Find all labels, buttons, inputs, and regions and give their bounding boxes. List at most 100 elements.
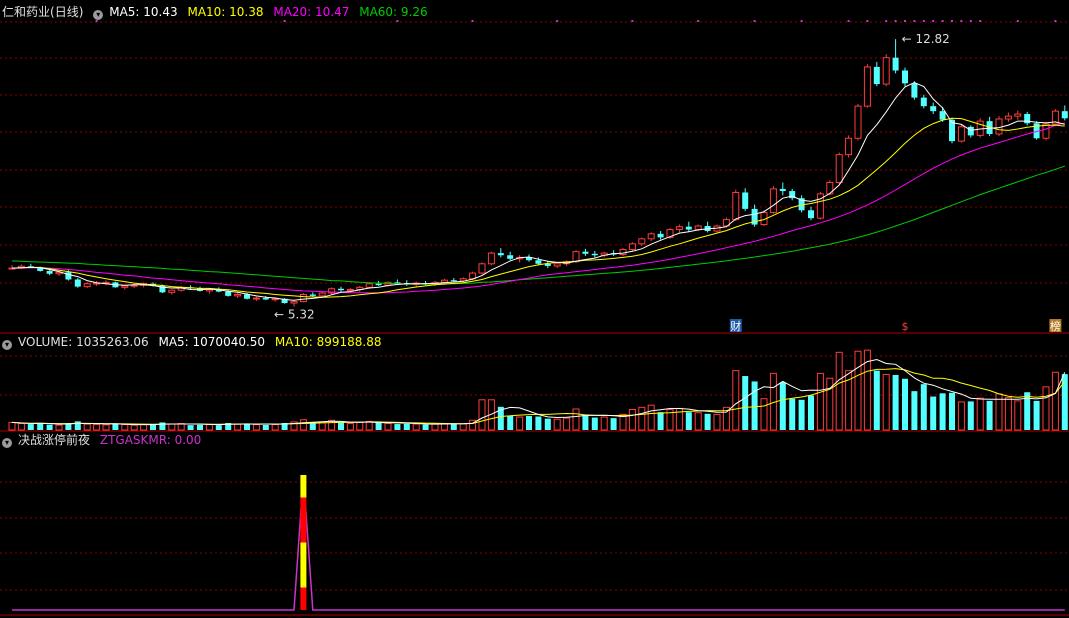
candle-body bbox=[957, 126, 965, 142]
candle-body bbox=[845, 137, 853, 156]
volume-bar bbox=[102, 424, 110, 431]
volume-bar bbox=[544, 418, 551, 430]
candle-body bbox=[83, 283, 91, 288]
volume-bar bbox=[1051, 371, 1059, 431]
volume-bar bbox=[55, 424, 63, 431]
volume-bar bbox=[1061, 374, 1068, 430]
vol-ma5-label: MA5: 1070040.50 bbox=[158, 335, 266, 349]
volume-bar bbox=[338, 422, 344, 430]
volume-bar bbox=[816, 372, 824, 431]
candle-body bbox=[252, 297, 260, 300]
volume-bar bbox=[365, 420, 373, 431]
ma10-label: MA10: 10.38 bbox=[187, 5, 264, 19]
volume-bar bbox=[882, 373, 890, 431]
candle-body bbox=[168, 289, 176, 293]
candle-body bbox=[779, 188, 786, 192]
candle-body bbox=[244, 294, 250, 299]
volume-bar bbox=[93, 424, 101, 431]
volume-bar bbox=[526, 415, 532, 430]
candle-body bbox=[685, 226, 692, 230]
volume-bar bbox=[760, 398, 768, 431]
collapse-icon[interactable]: ▾ bbox=[2, 438, 12, 448]
signal-dot bbox=[753, 20, 756, 22]
volume-bar bbox=[553, 418, 561, 431]
volume-bar bbox=[582, 414, 589, 430]
volume-bar bbox=[967, 401, 974, 430]
volume-bar bbox=[478, 399, 486, 431]
signal-dot bbox=[556, 20, 559, 22]
low-price-label: ← 5.32 bbox=[274, 308, 315, 322]
signal-dot bbox=[697, 20, 700, 22]
candle-body bbox=[318, 292, 326, 297]
candle-body bbox=[290, 301, 298, 304]
collapse-icon[interactable]: ▾ bbox=[2, 340, 12, 350]
stock-chart[interactable]: ← 12.82 ← 5.32 财 $ 榜 bbox=[0, 0, 1069, 618]
ma10-line bbox=[11, 117, 1065, 298]
candle-body bbox=[572, 251, 580, 263]
candle-body bbox=[920, 97, 927, 107]
signal-dot bbox=[913, 20, 916, 22]
stock-name: 仁和药业 bbox=[2, 5, 51, 19]
volume-bar bbox=[854, 350, 862, 431]
candle-body bbox=[46, 270, 53, 274]
volume-bar bbox=[638, 406, 646, 431]
candle-body bbox=[535, 260, 542, 264]
volume-bar bbox=[957, 401, 965, 431]
volume-bar bbox=[835, 351, 843, 431]
signal-dot bbox=[969, 20, 972, 22]
volume-panel bbox=[8, 349, 1068, 431]
signal-dot bbox=[904, 20, 906, 22]
signal-dot bbox=[631, 20, 634, 22]
volume-bar bbox=[46, 424, 53, 430]
volume-bar bbox=[403, 423, 410, 430]
volume-bar bbox=[112, 423, 119, 430]
volume-bar bbox=[83, 423, 91, 431]
candle-body bbox=[647, 233, 655, 240]
volume-bar bbox=[789, 398, 796, 430]
volume-bar bbox=[37, 422, 44, 430]
candle-body bbox=[271, 298, 279, 301]
candle-body bbox=[882, 57, 890, 85]
indicator-value: ZTGASKMR: 0.00 bbox=[99, 433, 202, 447]
candle-body bbox=[1004, 115, 1012, 120]
volume-bar bbox=[459, 423, 467, 431]
candle-body bbox=[262, 298, 269, 300]
candle-body bbox=[732, 191, 740, 221]
signal-dot bbox=[396, 20, 399, 22]
candle-body bbox=[365, 283, 373, 288]
signal-dot bbox=[283, 20, 286, 22]
candle-body bbox=[967, 126, 974, 136]
volume-bar bbox=[17, 423, 25, 431]
candle-body bbox=[309, 294, 316, 296]
candle-body bbox=[638, 238, 646, 245]
candle-body bbox=[1024, 114, 1031, 124]
signal-dot bbox=[922, 20, 925, 22]
candle-body bbox=[450, 280, 457, 282]
volume-bar bbox=[779, 382, 786, 430]
volume-bar bbox=[1014, 400, 1022, 431]
volume-bar bbox=[516, 416, 524, 431]
volume-bar bbox=[140, 424, 148, 431]
signal-bar-segment bbox=[300, 497, 307, 520]
price-panel: ← 12.82 ← 5.32 财 $ 榜 bbox=[8, 20, 1068, 333]
candle-body bbox=[1014, 113, 1022, 117]
volume-bar bbox=[976, 397, 984, 431]
volume-bar bbox=[930, 396, 937, 430]
volume-panel-header: ▾ VOLUME: 1035263.06 MA5: 1070040.50 MA10… bbox=[2, 334, 387, 350]
volume-bar bbox=[600, 416, 608, 431]
signal-dot bbox=[979, 20, 982, 22]
indicator-name: 决战涨停前夜 bbox=[18, 433, 91, 447]
candle-body bbox=[854, 105, 862, 139]
volume-bar bbox=[252, 424, 260, 431]
volume-bar bbox=[892, 374, 899, 430]
ma5-line bbox=[11, 82, 1065, 301]
collapse-icon[interactable]: ▾ bbox=[93, 10, 104, 20]
signal-dot bbox=[941, 20, 944, 22]
volume-bar bbox=[694, 412, 702, 431]
volume-bar bbox=[911, 391, 918, 430]
volume-bar bbox=[262, 424, 269, 430]
volume-bar bbox=[949, 392, 955, 430]
signal-bar-segment bbox=[300, 520, 307, 543]
signal-dot bbox=[847, 20, 850, 22]
candle-body bbox=[930, 106, 937, 112]
